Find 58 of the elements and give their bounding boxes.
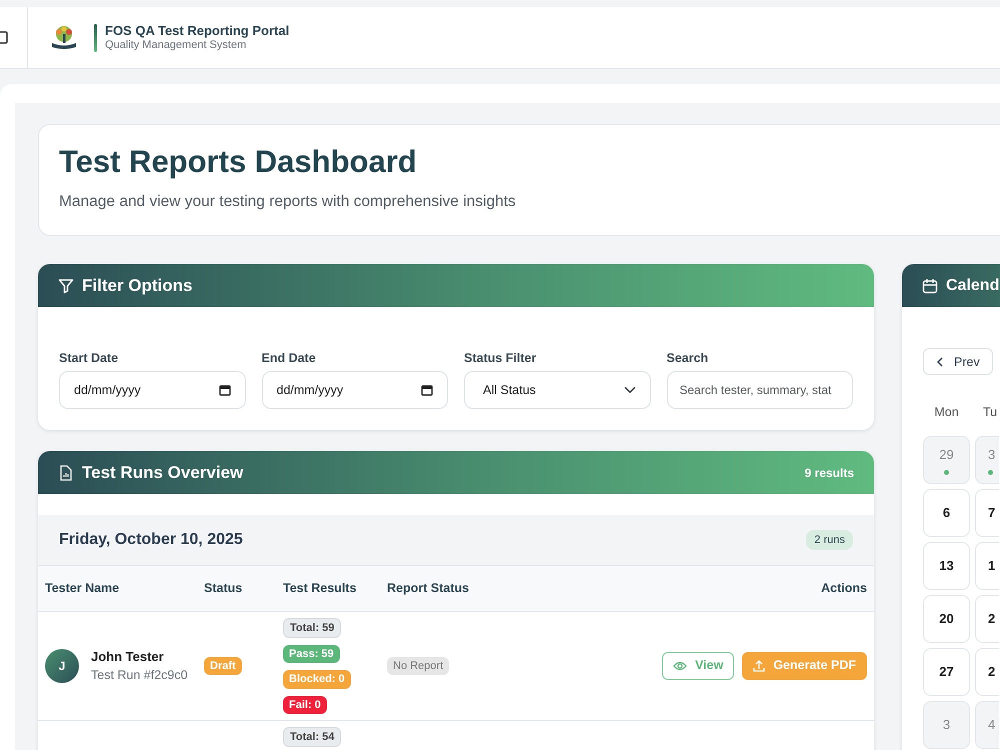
date-placeholder: dd/mm/yyyy [74, 382, 141, 399]
upload-icon [753, 660, 766, 672]
eye-icon [673, 660, 688, 672]
calendar-day[interactable]: 1 [975, 542, 999, 590]
filter-icon [58, 278, 74, 294]
column-header: Tester Name [38, 566, 197, 612]
field-label: Search [666, 350, 710, 368]
calendar-day[interactable]: 20 [923, 595, 970, 644]
prev-button[interactable]: Prev [923, 348, 993, 376]
avatar: J [45, 648, 79, 683]
card-title: Calend [946, 276, 1000, 296]
results-count: 9 results [804, 464, 854, 482]
result-badge: Fail: 0 [283, 696, 327, 714]
weekday-label: Tu [982, 404, 998, 422]
column-header: Test Results [276, 566, 380, 612]
card-title: Filter Options [82, 275, 192, 298]
column-header: Actions [530, 566, 874, 612]
calendar-icon [421, 384, 433, 396]
column-header: Report Status [380, 566, 531, 612]
test-run-id: Test Run #f2c9c0 [91, 667, 188, 684]
calendar-day[interactable]: 27 [923, 648, 970, 696]
field-label: Status Filter [464, 350, 538, 368]
calendar-icon [218, 384, 230, 396]
field-label: Start Date [59, 350, 120, 368]
report-file-icon [58, 464, 74, 481]
date-field[interactable]: dd/mm/yyyy [262, 371, 448, 410]
card-title: Test Runs Overview [82, 462, 244, 484]
group-date: Friday, October 10, 2025 [59, 530, 243, 550]
sidebar-toggle-icon [0, 31, 8, 44]
page-title: Test Reports Dashboard [59, 143, 418, 180]
calendar-day[interactable]: 6 [923, 489, 970, 538]
page-subtitle: Manage and view your testing reports with comprehensive insights [59, 192, 517, 212]
run-count-badge: 2 runs [806, 530, 853, 550]
calendar-day[interactable]: 2 [975, 648, 999, 696]
calendar-icon [922, 278, 938, 294]
result-badge: Blocked: 0 [283, 670, 351, 689]
date-field[interactable]: dd/mm/yyyy [59, 371, 246, 410]
app-title: FOS QA Test Reporting Portal [105, 22, 290, 38]
field-label: End Date [262, 350, 317, 368]
result-badge: Total: 54 [283, 726, 342, 748]
report-status-badge: No Report [387, 657, 450, 676]
column-header: Status [197, 566, 276, 612]
logo-icon [50, 24, 78, 51]
date-placeholder: dd/mm/yyyy [276, 382, 344, 399]
result-badge: Pass: 59 [283, 644, 340, 664]
event-dot [944, 470, 949, 475]
tester-name: John Tester [91, 648, 165, 666]
search-field[interactable]: Search tester, summary, stat [666, 371, 853, 410]
event-dot [988, 470, 993, 475]
result-badge: Total: 59 [283, 618, 342, 638]
status-badge: Draft [204, 657, 242, 676]
app-subtitle: Quality Management System [105, 38, 248, 52]
chevron-left-icon [936, 356, 944, 367]
calendar-day[interactable]: 2 [975, 595, 999, 644]
calendar-day[interactable]: 13 [923, 542, 970, 590]
weekday-label: Mon [933, 404, 960, 422]
calendar-day[interactable]: 7 [975, 489, 999, 538]
status-select[interactable]: All Status [464, 371, 650, 410]
